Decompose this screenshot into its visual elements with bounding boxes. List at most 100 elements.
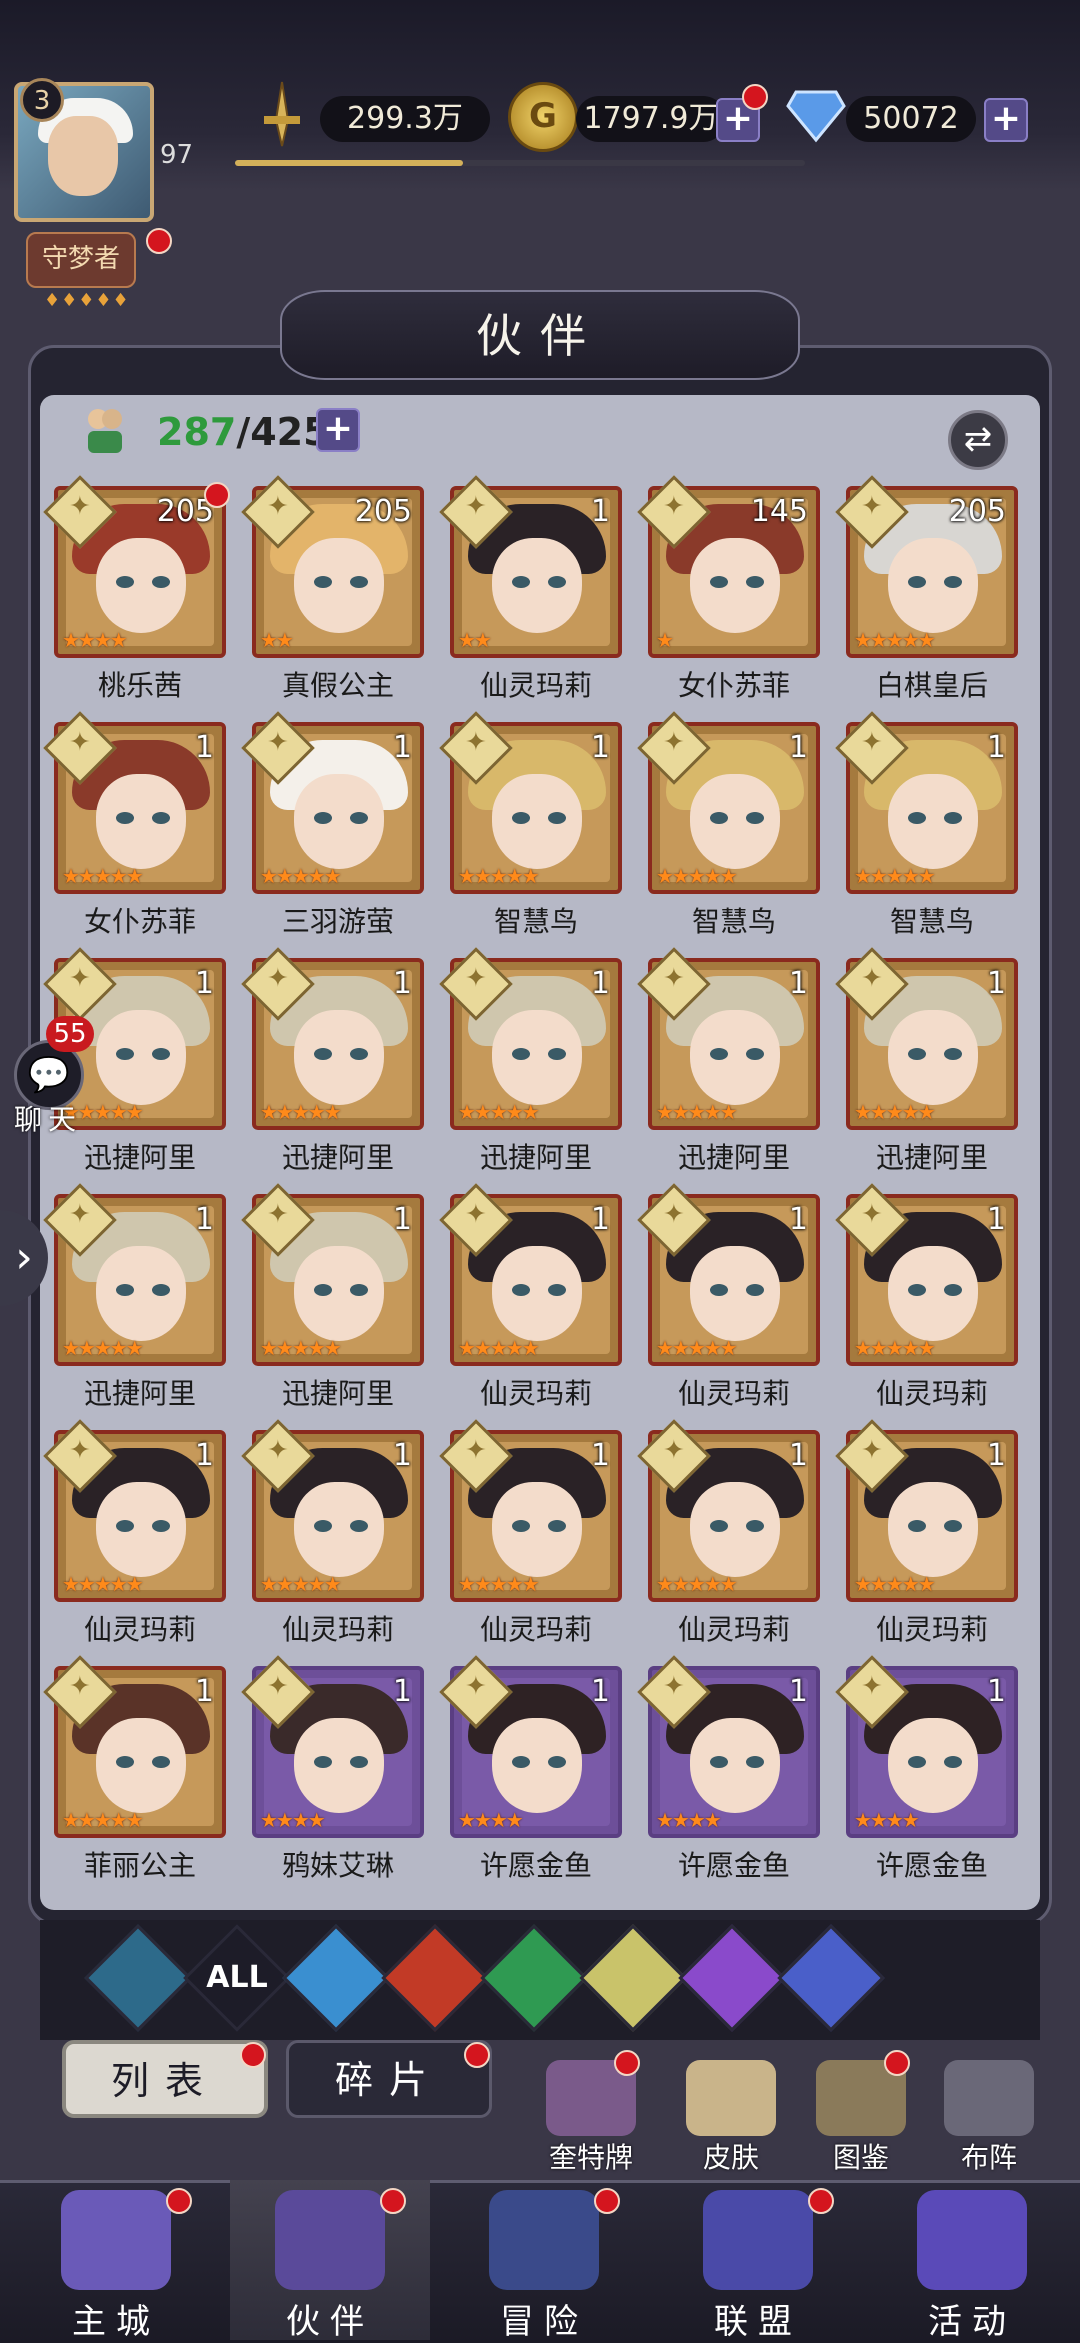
nav-label: 冒险	[500, 2302, 588, 2342]
partner-card[interactable]: 1 ★★★★★	[835, 947, 1018, 1130]
partner-name: 迅捷阿里	[677, 1141, 790, 1174]
chat-label[interactable]: 聊天	[14, 1098, 82, 1138]
nav-icon	[703, 2190, 813, 2290]
partner-stars: ★★★★★	[62, 1336, 144, 1360]
partner-card[interactable]: 1 ★★★★★	[439, 1183, 622, 1366]
partner-card[interactable]: 205 ★★	[241, 475, 424, 658]
partner-level: 1	[194, 1438, 214, 1473]
partner-level: 1	[986, 730, 1006, 765]
partner-level: 1	[392, 1202, 412, 1237]
partner-stars: ★★★★★	[656, 1100, 738, 1124]
add-diamond-button[interactable]: +	[984, 98, 1028, 142]
partner-name: 仙灵玛莉	[875, 1377, 988, 1410]
nav-icon	[61, 2190, 171, 2290]
partner-level: 1	[986, 1674, 1006, 1709]
partner-card[interactable]: 1 ★★★★★	[241, 711, 424, 894]
partner-name: 迅捷阿里	[479, 1141, 592, 1174]
page-title: 伙伴	[476, 309, 604, 363]
partner-card[interactable]: 1 ★★★★★	[439, 711, 622, 894]
partner-card[interactable]: 1 ★★★★★	[835, 1419, 1018, 1602]
partner-card[interactable]: 1 ★★★★★	[241, 1419, 424, 1602]
partner-card[interactable]: 1 ★★★★★	[43, 1183, 226, 1366]
partner-level: 1	[392, 966, 412, 1001]
partner-name: 仙灵玛莉	[479, 1377, 592, 1410]
partner-stars: ★	[656, 628, 674, 652]
partner-card[interactable]: 1 ★★★★★	[835, 711, 1018, 894]
exp-bar-fill	[235, 160, 463, 166]
partner-stars: ★★★★★	[62, 1808, 144, 1832]
partner-card[interactable]: 1 ★★★★	[637, 1655, 820, 1838]
partner-level: 1	[788, 1438, 808, 1473]
partner-stars: ★★★★★	[260, 1100, 342, 1124]
partner-card[interactable]: 205 ★★★★★	[835, 475, 1018, 658]
partner-name: 仙灵玛莉	[875, 1613, 988, 1646]
partner-stars: ★★★★	[458, 1808, 524, 1832]
diamond-icon	[786, 88, 846, 144]
nav-label: 伙伴	[286, 2302, 374, 2342]
partner-count-current: 287	[157, 410, 237, 454]
partner-card[interactable]: 205★★★★	[43, 475, 230, 658]
partner-stars: ★★★★★	[854, 1100, 936, 1124]
partner-level: 1	[788, 1202, 808, 1237]
function-notification-dot	[614, 2050, 640, 2076]
partner-card[interactable]: 1 ★★★★	[241, 1655, 424, 1838]
partner-name: 女仆苏菲	[83, 905, 196, 938]
gold-coin-icon: G	[508, 82, 578, 152]
expand-roster-button[interactable]: +	[316, 408, 360, 452]
partner-count: 287/425	[157, 410, 330, 454]
exp-level-text: 97	[160, 140, 194, 170]
partner-name: 迅捷阿里	[281, 1377, 394, 1410]
tab-list[interactable]: 列表	[62, 2040, 268, 2118]
function-button[interactable]: 奎特牌	[536, 2060, 646, 2176]
partner-level: 145	[750, 494, 808, 529]
partner-stars: ★★★★★	[854, 628, 936, 652]
partner-card[interactable]: 1 ★★★★★	[439, 1419, 622, 1602]
partner-level: 1	[788, 730, 808, 765]
partner-stars: ★★★★★	[62, 1572, 144, 1596]
partner-level: 1	[590, 1202, 610, 1237]
partner-name: 桃乐茜	[97, 669, 182, 702]
partner-card[interactable]: 1 ★★★★★	[241, 1183, 424, 1366]
nav-label: 活动	[928, 2302, 1016, 2342]
partner-name: 三羽游萤	[281, 905, 394, 938]
partner-card[interactable]: 1 ★★★★★	[637, 1183, 820, 1366]
partners-count-icon	[84, 405, 126, 455]
partner-name: 仙灵玛莉	[677, 1613, 790, 1646]
partner-card[interactable]: 1 ★★★★★	[241, 947, 424, 1130]
partner-stars: ★★★★★	[458, 864, 540, 888]
partner-card[interactable]: 1 ★★★★	[835, 1655, 1018, 1838]
nav-item[interactable]: 活动	[872, 2180, 1072, 2342]
partner-card[interactable]: 1 ★★★★★	[637, 711, 820, 894]
sort-swap-button[interactable]: ⇄	[948, 410, 1008, 470]
partner-card[interactable]: 1 ★★★★★	[43, 711, 226, 894]
partner-level: 1	[194, 966, 214, 1001]
partner-card[interactable]: 145 ★	[637, 475, 820, 658]
partner-card[interactable]: 1 ★★★★	[439, 1655, 622, 1838]
partner-level: 1	[392, 730, 412, 765]
partner-name: 迅捷阿里	[875, 1141, 988, 1174]
partner-name: 许愿金鱼	[479, 1849, 592, 1882]
partner-card[interactable]: 1 ★★★★★	[637, 1419, 820, 1602]
player-level-badge: 3	[20, 78, 64, 122]
partner-level: 1	[986, 1438, 1006, 1473]
partner-card[interactable]: 1 ★★★★★	[439, 947, 622, 1130]
tab-fragments[interactable]: 碎片	[286, 2040, 492, 2118]
function-button[interactable]: 图鉴	[806, 2060, 916, 2176]
partner-card[interactable]: 1 ★★★★★	[835, 1183, 1018, 1366]
nav-notification-dot	[380, 2188, 406, 2214]
partner-stars: ★★★★	[854, 1808, 920, 1832]
partner-card[interactable]: 1 ★★★★★	[43, 1419, 226, 1602]
partner-card[interactable]: 1 ★★★★★	[637, 947, 820, 1130]
partner-level: 1	[392, 1438, 412, 1473]
partner-name: 迅捷阿里	[83, 1377, 196, 1410]
function-button[interactable]: 布阵	[934, 2060, 1044, 2176]
partner-name: 仙灵玛莉	[83, 1613, 196, 1646]
function-icon	[686, 2060, 776, 2136]
partner-level: 1	[590, 730, 610, 765]
function-label: 皮肤	[702, 2141, 759, 2174]
player-title-badge[interactable]: 守梦者	[26, 232, 136, 288]
partner-stars: ★★★★★	[260, 1336, 342, 1360]
function-button[interactable]: 皮肤	[676, 2060, 786, 2176]
partner-card[interactable]: 1 ★★	[439, 475, 622, 658]
partner-card[interactable]: 1 ★★★★★	[43, 1655, 226, 1838]
